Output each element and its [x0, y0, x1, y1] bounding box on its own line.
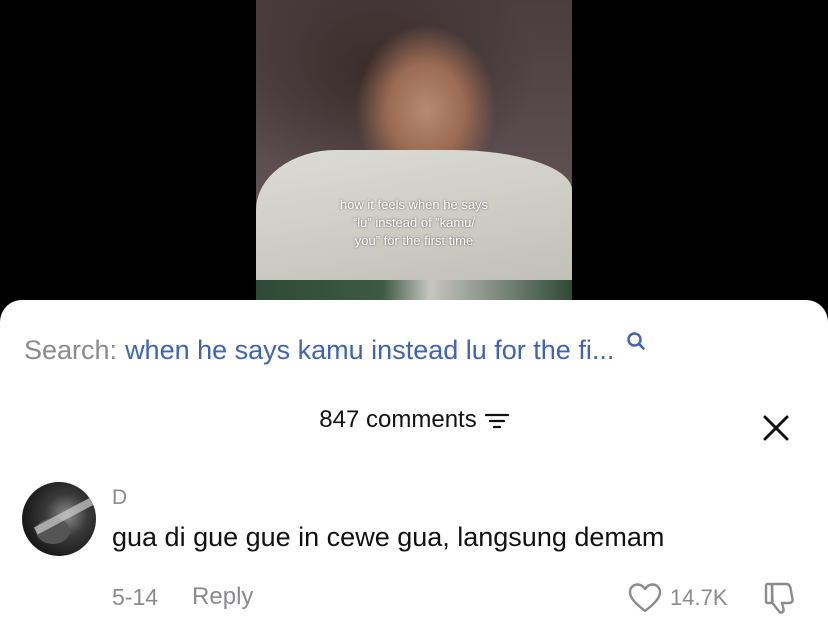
like-count: 14.7K: [670, 585, 728, 610]
comment-date: 5-14: [112, 583, 159, 610]
search-icon[interactable]: [626, 331, 646, 353]
comments-header: 847 comments: [0, 406, 828, 434]
search-suggestion[interactable]: Search: when he says kamu instead lu for…: [24, 330, 646, 370]
video-caption-line: “lu” instead of ”kamu/: [352, 215, 476, 230]
video-caption-line: you” for the first time: [354, 233, 474, 248]
video-caption: how it feels when he says “lu” instead o…: [296, 196, 532, 250]
video-thumbnail[interactable]: how it feels when he says “lu” instead o…: [256, 0, 572, 312]
filter-icon[interactable]: [484, 410, 509, 430]
comment-username[interactable]: D: [112, 486, 127, 510]
comments-count: 847 comments: [319, 406, 477, 433]
search-query-link[interactable]: when he says kamu instead lu for the fi.…: [125, 335, 614, 366]
search-label: Search:: [24, 334, 118, 365]
like-button[interactable]: 14.7K: [628, 582, 728, 614]
video-caption-line: how it feels when he says: [339, 197, 489, 212]
close-button[interactable]: [756, 408, 796, 448]
avatar[interactable]: [22, 482, 96, 556]
comment-text: gua di gue gue in cewe gua, langsung dem…: [112, 522, 665, 552]
heart-icon[interactable]: [628, 582, 662, 614]
dislike-icon[interactable]: [762, 580, 798, 616]
comments-sheet: Search: when he says kamu instead lu for…: [0, 300, 828, 626]
video-area[interactable]: how it feels when he says “lu” instead o…: [0, 0, 828, 312]
reply-button[interactable]: Reply: [192, 583, 253, 611]
comment-meta: 5-14 Reply: [112, 582, 253, 612]
close-icon: [763, 415, 789, 441]
